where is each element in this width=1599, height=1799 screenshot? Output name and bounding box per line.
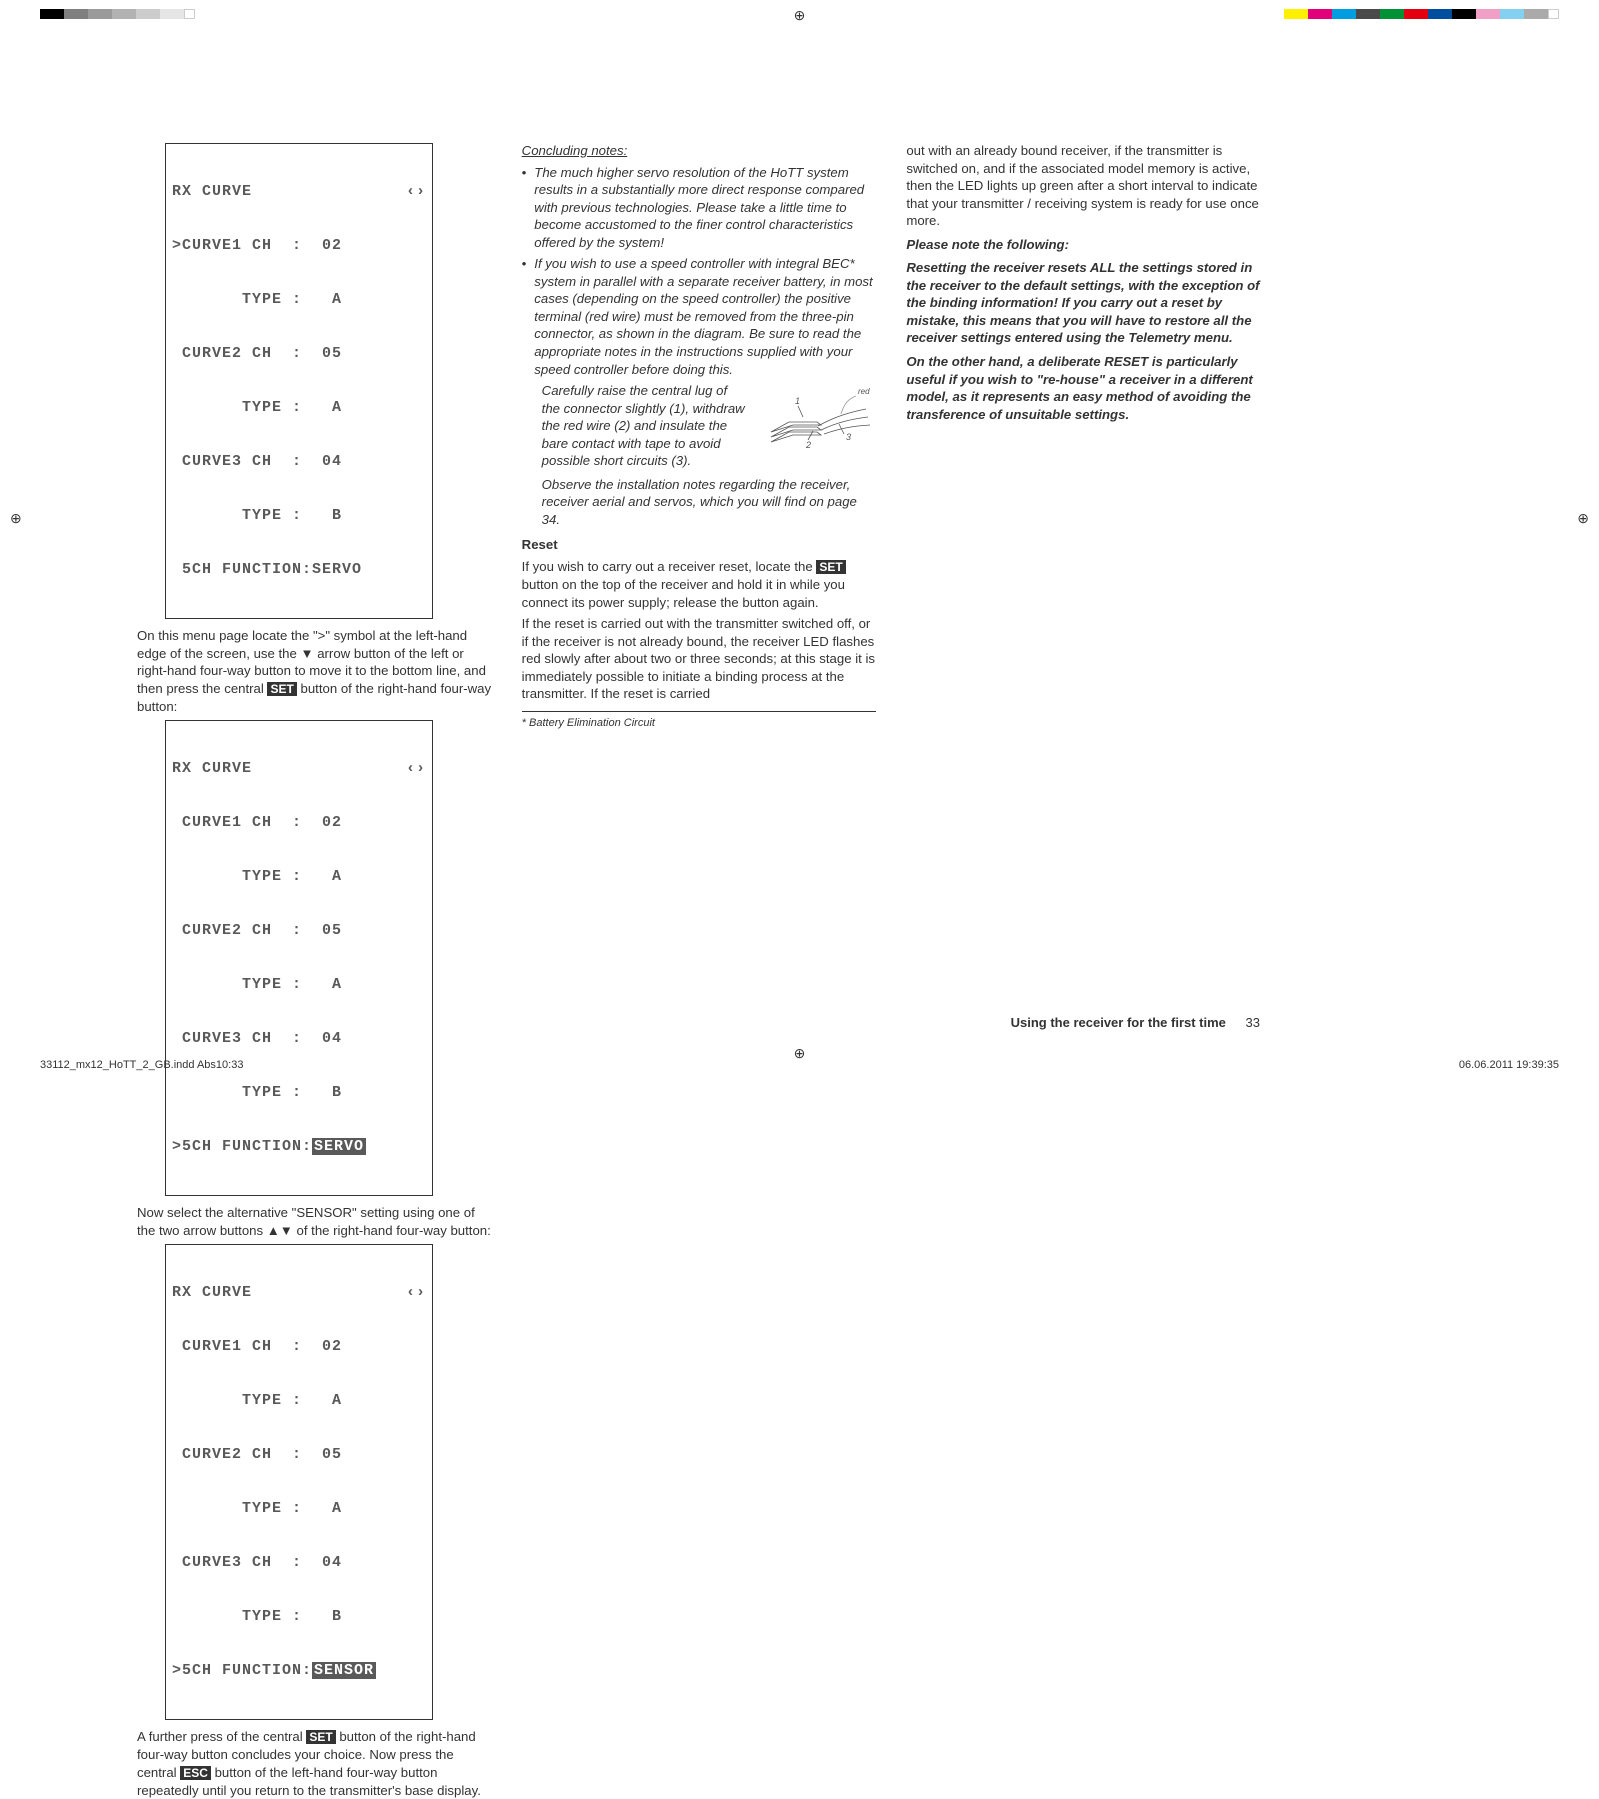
lcd-line: TYPE : B bbox=[172, 1084, 426, 1102]
lcd-line: 5CH FUNCTION:SERVO bbox=[172, 561, 426, 579]
body-paragraph: Now select the alternative "SENSOR" sett… bbox=[137, 1204, 492, 1239]
bullet-icon: • bbox=[522, 164, 527, 252]
lcd-screen-3: RX CURVE ‹› CURVE1 CH : 02 TYPE : A CURVE… bbox=[165, 1244, 433, 1720]
lcd-arrows-icon: ‹› bbox=[406, 760, 426, 778]
lcd-line: CURVE1 CH : 02 bbox=[172, 1338, 426, 1356]
svg-text:2: 2 bbox=[805, 440, 811, 450]
footnote-divider bbox=[522, 711, 877, 712]
registration-mark-icon: ⊕ bbox=[1577, 510, 1589, 527]
body-paragraph: On this menu page locate the ">" symbol … bbox=[137, 627, 492, 715]
body-paragraph: out with an already bound receiver, if t… bbox=[906, 142, 1261, 230]
column-2: Concluding notes: •The much higher servo… bbox=[522, 140, 877, 1020]
bullet-item: •If you wish to use a speed controller w… bbox=[522, 255, 877, 378]
lcd-line: TYPE : A bbox=[172, 1500, 426, 1518]
svg-text:3: 3 bbox=[846, 432, 851, 442]
body-paragraph: A further press of the central SET butto… bbox=[137, 1728, 492, 1799]
connector-diagram: red 1 2 3 bbox=[756, 384, 876, 456]
page-footer: Using the receiver for the first time 33 bbox=[1011, 1015, 1260, 1030]
set-button-icon: SET bbox=[306, 1730, 335, 1744]
lcd-line: CURVE2 CH : 05 bbox=[172, 922, 426, 940]
section-title: Using the receiver for the first time bbox=[1011, 1015, 1226, 1030]
lcd-line: >5CH FUNCTION:SENSOR bbox=[172, 1662, 426, 1680]
bullet-text: If you wish to use a speed controller wi… bbox=[534, 255, 876, 378]
body-paragraph: If the reset is carried out with the tra… bbox=[522, 615, 877, 703]
page-content: RX CURVE ‹› >CURVE1 CH : 02 TYPE : A CURV… bbox=[137, 140, 1261, 1020]
set-button-icon: SET bbox=[267, 682, 296, 696]
lcd-highlight: SERVO bbox=[312, 1138, 366, 1155]
indent-paragraph: red 1 2 3 Carefully raise the central lu… bbox=[542, 382, 877, 470]
color-bar-right bbox=[1284, 9, 1559, 19]
lcd-line: TYPE : A bbox=[172, 976, 426, 994]
bullet-item: •The much higher servo resolution of the… bbox=[522, 164, 877, 252]
column-1: RX CURVE ‹› >CURVE1 CH : 02 TYPE : A CURV… bbox=[137, 140, 492, 1020]
registration-mark-icon: ⊕ bbox=[10, 510, 22, 527]
lcd-line: >CURVE1 CH : 02 bbox=[172, 237, 426, 255]
lcd-line: CURVE3 CH : 04 bbox=[172, 453, 426, 471]
lcd-screen-1: RX CURVE ‹› >CURVE1 CH : 02 TYPE : A CURV… bbox=[165, 143, 433, 619]
esc-button-icon: ESC bbox=[180, 1766, 211, 1780]
reset-heading: Reset bbox=[522, 536, 877, 554]
lcd-line: CURVE2 CH : 05 bbox=[172, 345, 426, 363]
lcd-title: RX CURVE bbox=[172, 760, 252, 778]
page-number: 33 bbox=[1246, 1015, 1260, 1030]
note-paragraph: On the other hand, a deliberate RESET is… bbox=[906, 353, 1261, 423]
registration-mark-icon: ⊕ bbox=[794, 7, 806, 24]
lcd-line: CURVE1 CH : 02 bbox=[172, 814, 426, 832]
lcd-arrows-icon: ‹› bbox=[406, 183, 426, 201]
lcd-line: CURVE3 CH : 04 bbox=[172, 1554, 426, 1572]
footnote: * Battery Elimination Circuit bbox=[522, 716, 877, 731]
color-bar-left bbox=[40, 9, 195, 19]
lcd-line: TYPE : B bbox=[172, 507, 426, 525]
bullet-icon: • bbox=[522, 255, 527, 378]
svg-text:red: red bbox=[858, 387, 870, 396]
set-button-icon: SET bbox=[816, 560, 845, 574]
lcd-title: RX CURVE bbox=[172, 183, 252, 201]
note-paragraph: Resetting the receiver resets ALL the se… bbox=[906, 259, 1261, 347]
svg-text:1: 1 bbox=[795, 396, 800, 406]
lcd-line: TYPE : A bbox=[172, 399, 426, 417]
note-heading: Please note the following: bbox=[906, 236, 1261, 254]
body-paragraph: If you wish to carry out a receiver rese… bbox=[522, 558, 877, 611]
file-name: 33112_mx12_HoTT_2_GB.indd Abs10:33 bbox=[40, 1059, 243, 1071]
lcd-line: TYPE : A bbox=[172, 868, 426, 886]
indent-paragraph: Observe the installation notes regarding… bbox=[542, 476, 877, 529]
lcd-arrows-icon: ‹› bbox=[406, 1284, 426, 1302]
column-3: out with an already bound receiver, if t… bbox=[906, 140, 1261, 1020]
lcd-highlight: SENSOR bbox=[312, 1662, 376, 1679]
lcd-line: TYPE : A bbox=[172, 291, 426, 309]
lcd-title: RX CURVE bbox=[172, 1284, 252, 1302]
lcd-line: CURVE3 CH : 04 bbox=[172, 1030, 426, 1048]
lcd-line: TYPE : A bbox=[172, 1392, 426, 1410]
bullet-text: The much higher servo resolution of the … bbox=[534, 164, 876, 252]
lcd-line: CURVE2 CH : 05 bbox=[172, 1446, 426, 1464]
indesign-slug: 33112_mx12_HoTT_2_GB.indd Abs10:33 06.06… bbox=[40, 1059, 1559, 1071]
concluding-heading: Concluding notes: bbox=[522, 142, 877, 160]
lcd-line: TYPE : B bbox=[172, 1608, 426, 1626]
lcd-screen-2: RX CURVE ‹› CURVE1 CH : 02 TYPE : A CURVE… bbox=[165, 720, 433, 1196]
lcd-line: >5CH FUNCTION:SERVO bbox=[172, 1138, 426, 1156]
timestamp: 06.06.2011 19:39:35 bbox=[1459, 1059, 1559, 1071]
